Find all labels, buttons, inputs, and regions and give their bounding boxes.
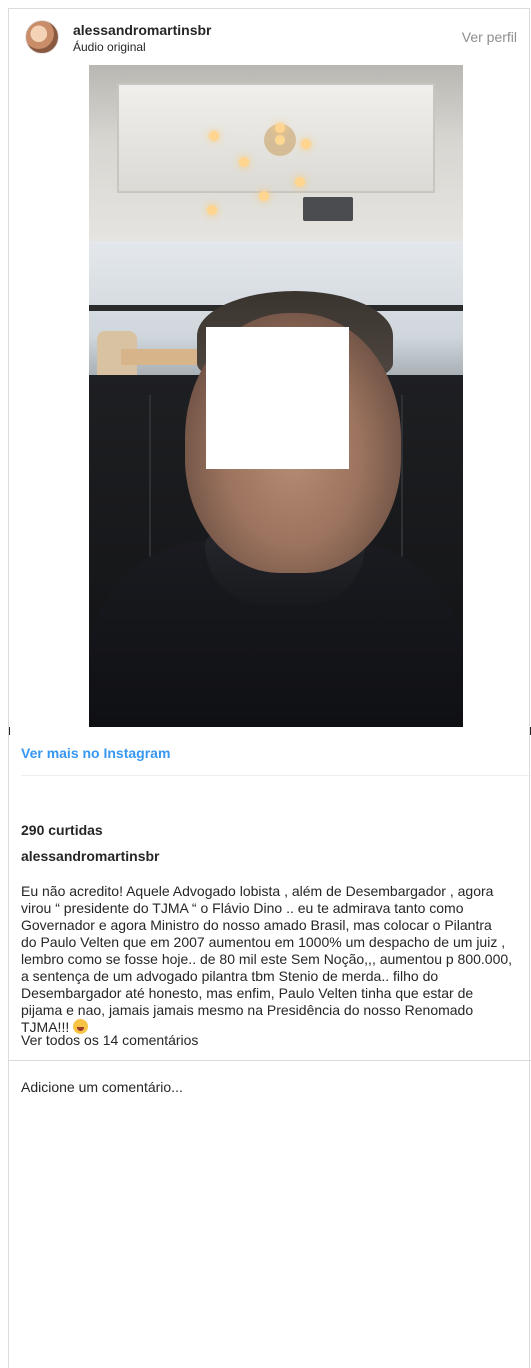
- caption-line: Governador e agora Ministro do nosso ama…: [21, 917, 492, 933]
- chandelier-light: [275, 123, 285, 133]
- caption-username[interactable]: alessandromartinsbr: [21, 848, 160, 864]
- post-media[interactable]: [89, 65, 463, 727]
- chandelier-light: [295, 177, 305, 187]
- comment-divider: [9, 1060, 531, 1061]
- avatar[interactable]: [25, 20, 59, 54]
- audio-label[interactable]: Áudio original: [73, 40, 146, 54]
- caption-line: pijama e nao, jamais jamais mesmo na Pre…: [21, 1002, 474, 1018]
- caption-line: virou “ presidente do TJMA “ o Flávio Di…: [21, 900, 464, 916]
- view-all-comments-link[interactable]: Ver todos os 14 comentários: [21, 1032, 198, 1048]
- view-more-on-instagram-link[interactable]: Ver mais no Instagram: [21, 745, 170, 761]
- post-header: alessandromartinsbr Áudio original Ver p…: [9, 9, 529, 65]
- chandelier-light: [209, 131, 219, 141]
- chandelier-light: [259, 191, 269, 201]
- censor-box: [206, 327, 349, 469]
- caption-line: lembro como se fosse hoje.. de 80 mil es…: [21, 951, 513, 967]
- caption-line: do Paulo Velten que em 2007 aumentou em …: [21, 934, 506, 950]
- header-username[interactable]: alessandromartinsbr: [73, 22, 212, 38]
- air-conditioner: [303, 197, 353, 221]
- chandelier-light: [239, 157, 249, 167]
- view-profile-button[interactable]: Ver perfil: [462, 29, 517, 45]
- add-comment-input[interactable]: [21, 1077, 519, 1097]
- post-caption: Eu não acredito! Aquele Advogado lobista…: [21, 883, 531, 1036]
- divider: [21, 775, 531, 776]
- media-edge-left: [9, 727, 10, 735]
- caption-line: a sentença de um advogado pilantra tbm S…: [21, 968, 439, 984]
- likes-count[interactable]: 290 curtidas: [21, 822, 103, 838]
- chandelier-light: [207, 205, 217, 215]
- caption-line: Desembargador até honesto, mas enfim, Pa…: [21, 985, 474, 1001]
- instagram-embed-card: alessandromartinsbr Áudio original Ver p…: [8, 8, 531, 1368]
- chandelier-light: [301, 139, 311, 149]
- chandelier: [225, 85, 335, 195]
- caption-line: Eu não acredito! Aquele Advogado lobista…: [21, 883, 494, 899]
